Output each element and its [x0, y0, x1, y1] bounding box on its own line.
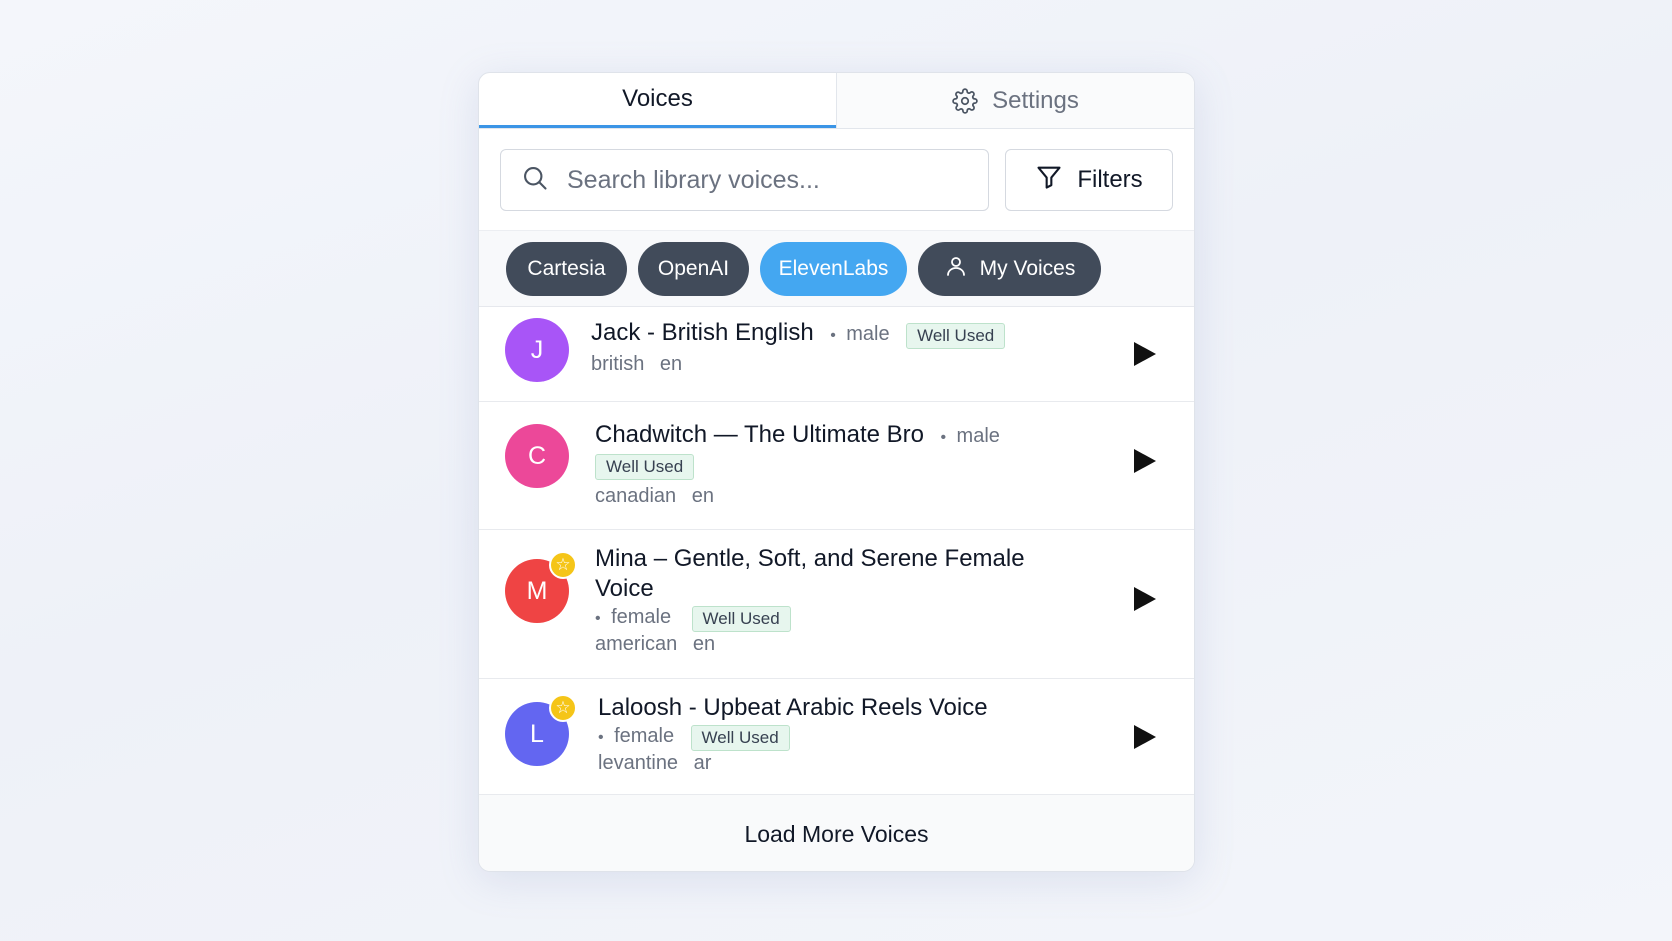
voice-accent: british — [591, 352, 645, 375]
play-icon — [1134, 725, 1156, 749]
tab-bar: Voices Settings — [479, 73, 1194, 129]
chip-cartesia-label: Cartesia — [527, 257, 606, 280]
voice-name: Jack - British English — [591, 319, 814, 346]
tab-settings[interactable]: Settings — [836, 73, 1194, 128]
play-button[interactable] — [1130, 585, 1158, 613]
play-icon — [1134, 342, 1156, 366]
voice-info: Laloosh - Upbeat Arabic Reels Voice • fe… — [598, 693, 1034, 775]
search-box — [500, 149, 990, 211]
voice-row[interactable]: C Chadwitch — The Ultimate Bro • male We… — [479, 402, 1194, 530]
well-used-badge: Well Used — [690, 725, 790, 751]
avatar-initial: J — [530, 335, 544, 364]
filters-label: Filters — [1077, 166, 1143, 193]
voice-info: Jack - British English • male Well Used … — [591, 318, 1034, 376]
voice-name: Mina – Gentle, Soft, and Serene Female — [595, 545, 1025, 572]
play-button[interactable] — [1130, 340, 1158, 368]
voice-language: en — [692, 633, 716, 655]
play-button[interactable] — [1130, 723, 1158, 751]
voice-info: Mina – Gentle, Soft, and Serene Female V… — [595, 544, 1034, 656]
voice-language: ar — [693, 752, 712, 774]
avatar-initial: M — [526, 576, 548, 605]
separator-dot: • — [830, 327, 836, 344]
voice-row[interactable]: M ☆ Mina – Gentle, Soft, and Serene Fema… — [479, 530, 1194, 679]
separator-dot: • — [940, 429, 947, 446]
avatar: J — [505, 318, 569, 382]
chip-openai[interactable]: OpenAI — [638, 242, 749, 296]
funnel-icon — [1035, 163, 1063, 198]
chip-my-voices[interactable]: My Voices — [918, 242, 1101, 296]
tab-voices-label: Voices — [622, 85, 693, 112]
voice-accent: levantine — [598, 752, 679, 774]
avatar-initial: C — [527, 441, 547, 470]
avatar: C — [505, 424, 569, 488]
play-icon — [1134, 587, 1156, 611]
voice-gender: female — [614, 725, 675, 748]
chip-my-voices-label: My Voices — [979, 257, 1076, 280]
voice-gender: male — [956, 425, 1000, 447]
search-input[interactable] — [565, 164, 965, 196]
voice-language: en — [691, 485, 714, 507]
chip-openai-label: OpenAI — [657, 257, 730, 280]
play-icon — [1134, 449, 1156, 473]
gear-icon — [952, 87, 978, 114]
tab-settings-label: Settings — [992, 86, 1079, 114]
filters-button[interactable]: Filters — [1005, 149, 1173, 211]
voice-name: Laloosh - Upbeat Arabic Reels Voice — [598, 694, 988, 721]
provider-chips: Cartesia OpenAI ElevenLabs My Voices — [479, 231, 1194, 307]
avatar-initial: L — [530, 719, 544, 748]
well-used-badge: Well Used — [595, 454, 695, 480]
star-icon: ☆ — [549, 551, 577, 579]
voice-name: Chadwitch — The Ultimate Bro — [595, 421, 925, 448]
user-icon — [944, 254, 968, 284]
separator-dot: • — [598, 729, 604, 747]
voice-gender: male — [846, 323, 890, 345]
star-icon: ☆ — [549, 694, 577, 722]
search-icon — [521, 164, 549, 197]
voice-picker-panel: Voices Settings Search library voices...… — [478, 72, 1195, 872]
load-more-button[interactable]: Load More Voices — [479, 795, 1194, 871]
well-used-badge: Well Used — [906, 322, 1006, 349]
well-used-badge: Well Used — [691, 606, 791, 632]
voice-language: en — [659, 352, 683, 375]
voice-gender: female — [611, 606, 672, 629]
search-row: Filters — [479, 129, 1194, 231]
load-more-label: Load More Voices — [744, 820, 929, 847]
tab-voices[interactable]: Voices — [479, 73, 836, 128]
separator-dot: • — [595, 610, 601, 628]
chip-elevenlabs[interactable]: ElevenLabs — [760, 242, 907, 296]
play-button[interactable] — [1130, 447, 1158, 475]
chip-elevenlabs-label: ElevenLabs — [778, 257, 889, 280]
voice-accent: american — [595, 633, 678, 655]
voice-row[interactable]: L ☆ Laloosh - Upbeat Arabic Reels Voice … — [479, 679, 1194, 795]
voice-name-continued: Voice — [595, 575, 654, 602]
chip-cartesia[interactable]: Cartesia — [506, 242, 627, 296]
voice-accent: canadian — [595, 485, 677, 507]
voice-info: Chadwitch — The Ultimate Bro • male Well… — [595, 420, 1034, 508]
voice-row[interactable]: J Jack - British English • male Well Use… — [479, 307, 1194, 402]
